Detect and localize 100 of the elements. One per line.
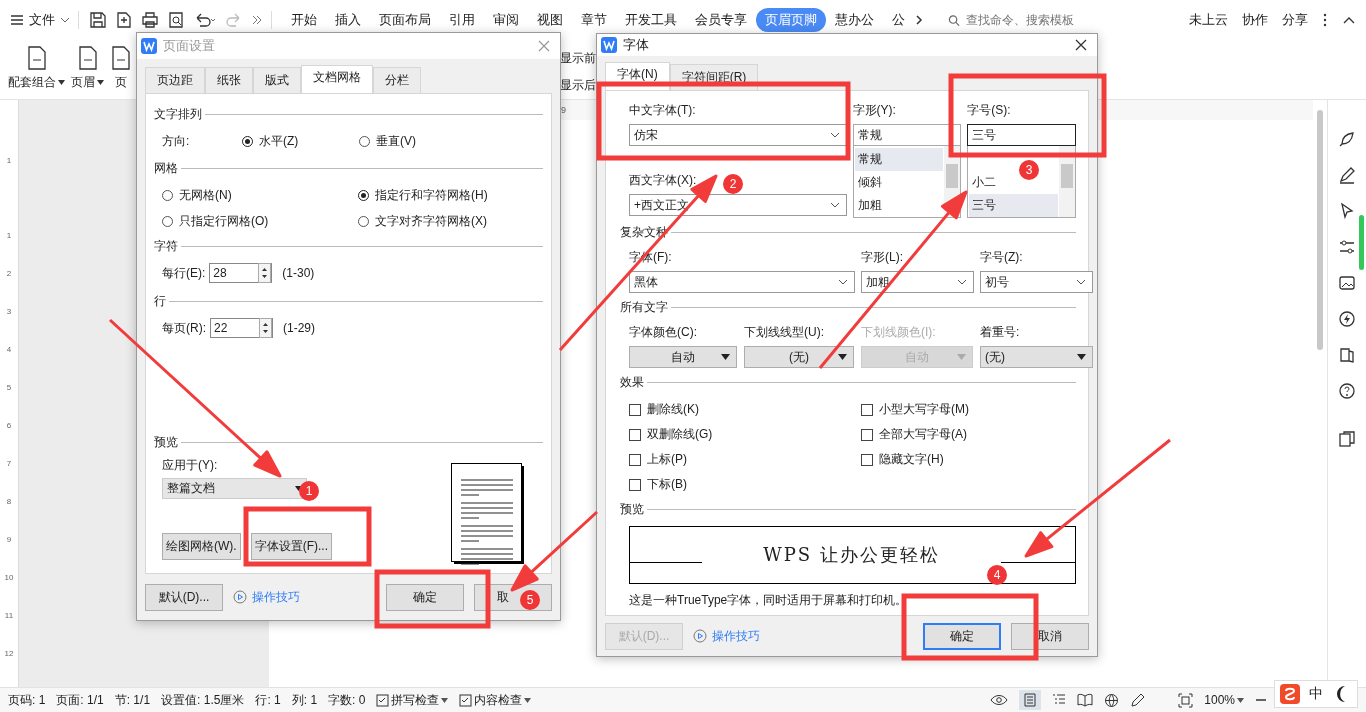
more-icon[interactable] bbox=[251, 14, 263, 26]
dialog-tab[interactable]: 页边距 bbox=[145, 67, 205, 93]
status-tool[interactable]: 内容检查 bbox=[459, 691, 532, 709]
book-icon[interactable] bbox=[1338, 346, 1356, 364]
field-label: 每行(E): bbox=[162, 264, 206, 282]
spinner-arrows-icon[interactable] bbox=[259, 318, 272, 338]
ribbon-label[interactable]: 显示后 bbox=[560, 77, 596, 94]
book-icon[interactable] bbox=[1077, 693, 1094, 707]
play-circle-icon[interactable] bbox=[233, 590, 247, 604]
ribbon-tab[interactable]: 开始 bbox=[282, 8, 326, 32]
scrollbar[interactable] bbox=[1059, 146, 1075, 218]
tips-link[interactable]: 操作技巧 bbox=[712, 627, 760, 645]
list-item[interactable]: 倾斜 bbox=[854, 171, 944, 195]
pen-icon[interactable] bbox=[1130, 692, 1146, 708]
dropdown-field[interactable]: 初号 bbox=[980, 271, 1093, 294]
ime-mode-key[interactable]: 中 bbox=[1305, 685, 1327, 703]
ribbon-button[interactable]: 页 bbox=[110, 46, 132, 91]
status-item: 节: 1/1 bbox=[114, 691, 151, 709]
ribbon-tab[interactable]: 引用 bbox=[440, 8, 484, 32]
dropdown-button[interactable]: 自动 bbox=[629, 346, 737, 369]
ribbon-button[interactable]: 页眉 bbox=[71, 46, 104, 91]
close-icon[interactable] bbox=[1075, 39, 1087, 52]
ribbon-tab[interactable]: 视图 bbox=[528, 8, 572, 32]
status-tool[interactable]: 拼写检查 bbox=[376, 691, 449, 709]
help-icon[interactable] bbox=[1338, 382, 1356, 400]
spinner-arrows-icon[interactable] bbox=[258, 263, 272, 283]
number-field[interactable]: 22 bbox=[210, 318, 273, 338]
default-button[interactable]: 默认(D)... bbox=[145, 583, 223, 611]
print-icon[interactable] bbox=[141, 11, 159, 29]
radio-label: 水平(Z) bbox=[259, 133, 299, 150]
sliders-icon[interactable] bbox=[1338, 238, 1356, 256]
list-item[interactable]: 三号 bbox=[969, 194, 1058, 218]
ok-button[interactable]: 确定 bbox=[386, 583, 464, 611]
fit-page-icon[interactable] bbox=[1178, 692, 1194, 708]
play-circle-icon[interactable] bbox=[693, 629, 707, 644]
image-icon[interactable] bbox=[1338, 274, 1356, 292]
dropdown-button[interactable]: (无) bbox=[744, 346, 854, 369]
ribbon-tab[interactable]: 页面布局 bbox=[370, 8, 440, 32]
page-view-icon[interactable] bbox=[1019, 690, 1042, 710]
checkbox-label: 上标(P) bbox=[647, 451, 687, 469]
more-vertical-icon[interactable] bbox=[1322, 13, 1328, 27]
outline-view-icon[interactable] bbox=[1052, 693, 1067, 707]
copy-icon[interactable] bbox=[1338, 430, 1356, 448]
toolbar-action[interactable]: 未上云 bbox=[1189, 11, 1228, 29]
ribbon-tab[interactable]: 章节 bbox=[572, 8, 616, 32]
dialog-button[interactable]: 字体设置(F)... bbox=[250, 533, 332, 560]
ribbon-tab[interactable]: 开发工具 bbox=[616, 8, 686, 32]
zoom-level[interactable]: 100% bbox=[1204, 693, 1244, 707]
ribbon-tab[interactable]: 公 bbox=[883, 8, 914, 32]
search-field[interactable]: 查找命令、搜索模板 bbox=[948, 12, 1098, 28]
dropdown-field[interactable]: 黑体 bbox=[629, 271, 855, 294]
ribbon-tab[interactable]: 慧办公 bbox=[826, 8, 883, 32]
lightning-icon[interactable] bbox=[1338, 310, 1356, 328]
cancel-button[interactable]: 取消 bbox=[1011, 622, 1089, 650]
dialog-tab[interactable]: 分栏 bbox=[373, 67, 421, 93]
collapse-icon[interactable] bbox=[1342, 15, 1356, 25]
ribbon-button[interactable]: 配套组合 bbox=[8, 46, 65, 91]
checkbox[interactable] bbox=[861, 453, 873, 466]
ruler-number: 9 bbox=[561, 105, 566, 115]
ribbon-label[interactable]: 显示前 bbox=[560, 50, 596, 67]
ribbon-tab[interactable]: 插入 bbox=[326, 8, 370, 32]
list-item[interactable]: 加粗 bbox=[854, 194, 944, 218]
export-icon[interactable] bbox=[115, 11, 133, 29]
tips-link[interactable]: 操作技巧 bbox=[252, 588, 300, 606]
ribbon-tab[interactable]: 会员专享 bbox=[686, 8, 756, 32]
pen-icon[interactable] bbox=[1338, 166, 1356, 184]
number-field[interactable]: 28 bbox=[209, 263, 273, 283]
file-menu[interactable]: 文件 bbox=[10, 11, 79, 29]
text-field[interactable]: 常规 bbox=[852, 124, 962, 147]
radio-label: 垂直(V) bbox=[376, 133, 416, 150]
ruler-number: 6 bbox=[6, 421, 12, 432]
apply-to-dropdown[interactable]: 整篇文档 bbox=[162, 478, 307, 499]
cursor-icon[interactable] bbox=[1338, 202, 1356, 220]
scrollbar-thumb[interactable] bbox=[1317, 110, 1323, 350]
checkbox[interactable] bbox=[861, 403, 873, 416]
font-combo[interactable]: 仿宋 bbox=[629, 124, 847, 147]
save-icon[interactable] bbox=[89, 11, 107, 29]
ribbon-tab[interactable]: 审阅 bbox=[484, 8, 528, 32]
dialog-button[interactable]: 绘图网格(W). bbox=[162, 533, 241, 560]
toolbar-action[interactable]: 协作 bbox=[1242, 11, 1268, 29]
chevron-right-icon[interactable] bbox=[914, 13, 924, 27]
checkbox[interactable] bbox=[629, 403, 641, 416]
checkbox[interactable] bbox=[629, 453, 641, 466]
checkbox[interactable] bbox=[629, 478, 641, 491]
checkbox[interactable] bbox=[861, 428, 873, 441]
ok-button[interactable]: 确定 bbox=[923, 622, 1001, 650]
ime-logo-icon[interactable] bbox=[1279, 683, 1301, 705]
print-preview-icon[interactable] bbox=[167, 11, 185, 29]
ruler-number: 11 bbox=[4, 611, 14, 622]
checkbox[interactable] bbox=[629, 428, 641, 441]
globe-icon[interactable] bbox=[1104, 692, 1120, 708]
dialog-tab[interactable]: 版式 bbox=[253, 67, 301, 93]
toolbar-action[interactable]: 分享 bbox=[1282, 11, 1308, 29]
eye-icon[interactable] bbox=[990, 694, 1009, 706]
text-field[interactable]: 三号 bbox=[967, 124, 1076, 147]
dropdown-button[interactable]: (无) bbox=[980, 346, 1093, 369]
dialog-tab[interactable]: 文档网格 bbox=[301, 65, 373, 93]
dialog-tab[interactable]: 纸张 bbox=[205, 67, 253, 93]
scrollbar-thumb[interactable] bbox=[1359, 215, 1364, 270]
list-item[interactable]: 常规 bbox=[854, 148, 944, 172]
